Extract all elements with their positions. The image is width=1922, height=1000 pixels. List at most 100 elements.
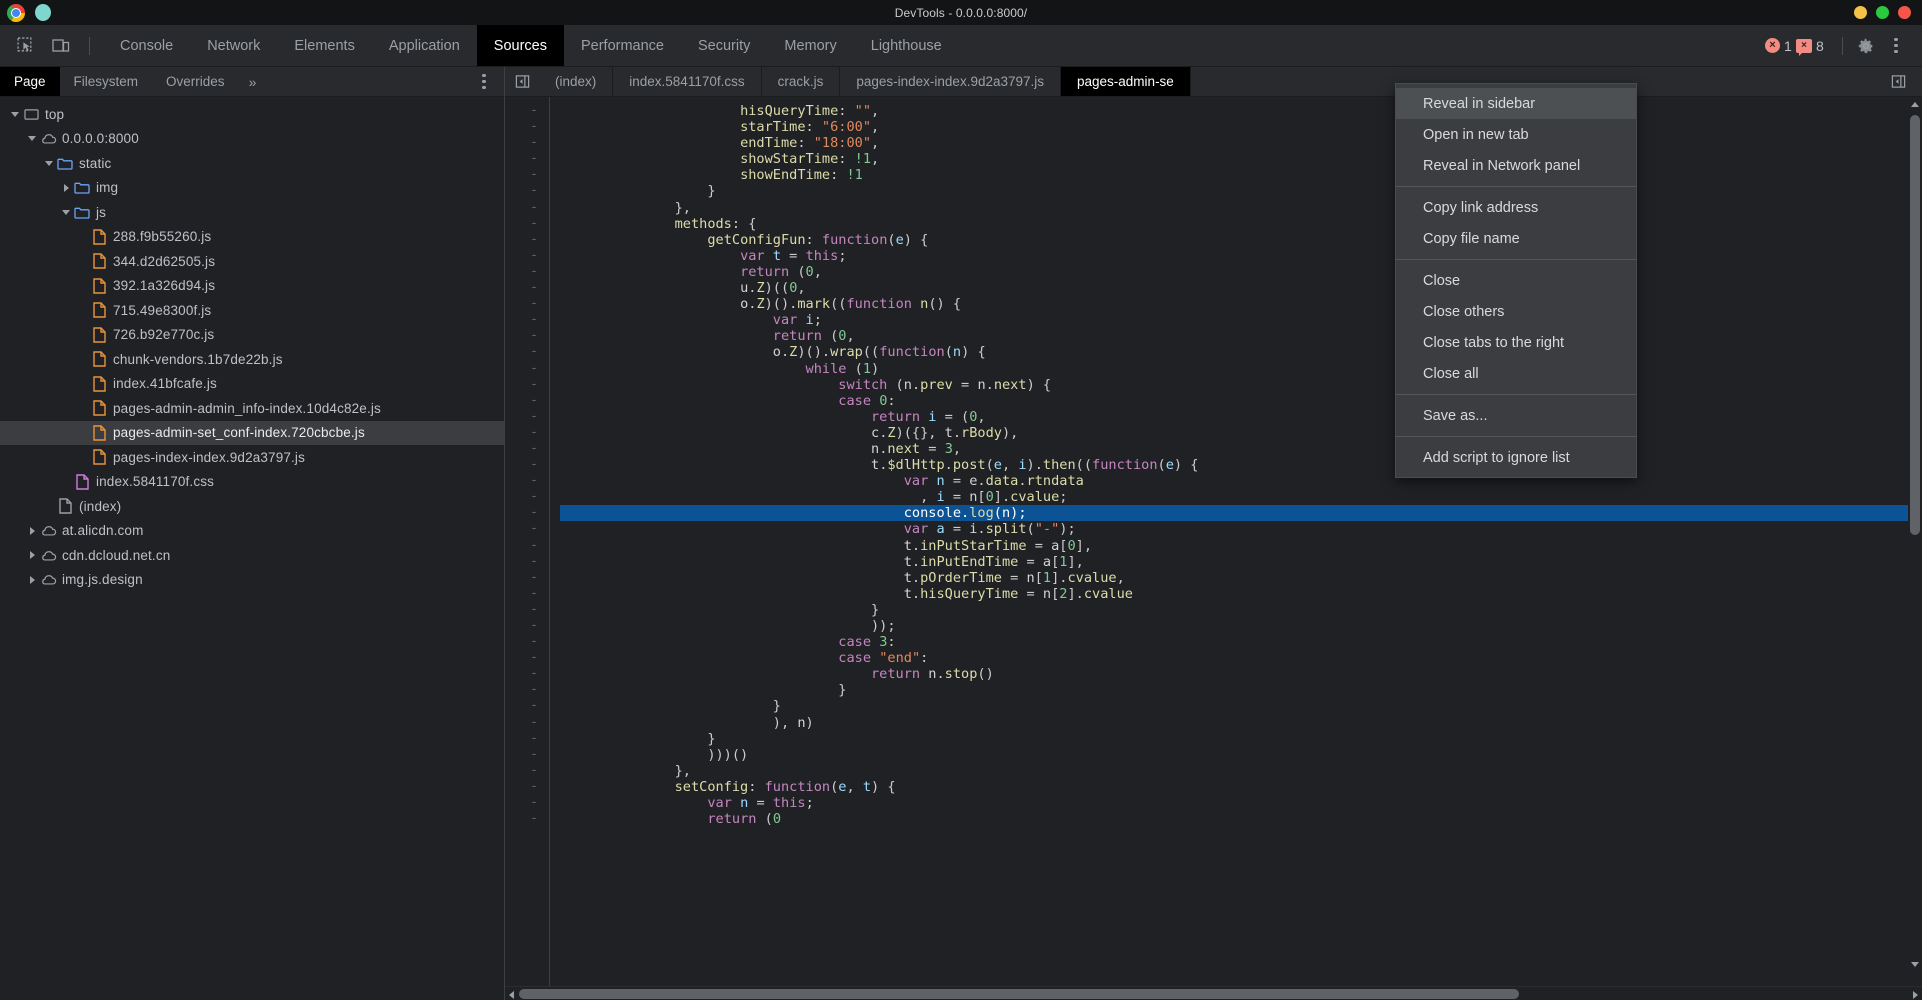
twisty-closed-icon[interactable] (25, 573, 39, 587)
minimize-button[interactable] (1854, 6, 1867, 19)
tree-item-at-alicdn-com[interactable]: at.alicdn.com (0, 519, 504, 544)
context-menu-item-open-in-new-tab[interactable]: Open in new tab (1396, 119, 1636, 150)
gear-icon[interactable] (1852, 32, 1880, 60)
code-line[interactable]: switch (n.prev = n.next) { (560, 377, 1922, 393)
code-line[interactable]: return (0 (560, 811, 1922, 827)
tree-item-js[interactable]: js (0, 200, 504, 225)
gutter-marker[interactable]: - (505, 779, 549, 795)
error-warning-badges[interactable]: × 1 × 8 (1756, 34, 1833, 58)
gutter-marker[interactable]: - (505, 715, 549, 731)
code-line[interactable]: } (560, 183, 1922, 199)
gutter-marker[interactable]: - (505, 248, 549, 264)
gutter-marker[interactable]: - (505, 409, 549, 425)
code-line[interactable]: )); (560, 618, 1922, 634)
tree-item-chunk-vendors-1b7de22b-js[interactable]: chunk-vendors.1b7de22b.js (0, 347, 504, 372)
tree-item-top[interactable]: top (0, 102, 504, 127)
tree-item-img-js-design[interactable]: img.js.design (0, 568, 504, 593)
gutter-marker[interactable]: - (505, 586, 549, 602)
horizontal-scroll-thumb[interactable] (519, 989, 1519, 999)
code-line[interactable]: var t = this; (560, 248, 1922, 264)
code-line[interactable]: var i; (560, 312, 1922, 328)
gutter-marker[interactable]: - (505, 811, 549, 827)
tab-elements[interactable]: Elements (277, 25, 371, 66)
editor-tab-pages-index[interactable]: pages-index-index.9d2a3797.js (840, 67, 1062, 96)
code-line[interactable]: } (560, 602, 1922, 618)
gutter-marker[interactable]: - (505, 232, 549, 248)
device-toolbar-icon[interactable] (46, 32, 76, 60)
context-menu-item-add-script-to-ignore-list[interactable]: Add script to ignore list (1396, 442, 1636, 473)
code-line[interactable]: starTime: "6:00", (560, 119, 1922, 135)
tree-item--index-[interactable]: (index) (0, 494, 504, 519)
context-menu-item-close-others[interactable]: Close others (1396, 296, 1636, 327)
code-line[interactable]: , i = n[0].cvalue; (560, 489, 1922, 505)
editor-vertical-scrollbar[interactable] (1908, 97, 1922, 972)
gutter-marker[interactable]: - (505, 747, 549, 763)
tree-item-index-5841170f-css[interactable]: index.5841170f.css (0, 470, 504, 495)
gutter-marker[interactable]: - (505, 103, 549, 119)
tree-item-pages-admin-admin-info-index-10d4c82e-js[interactable]: pages-admin-admin_info-index.10d4c82e.js (0, 396, 504, 421)
gutter-marker[interactable]: - (505, 135, 549, 151)
gutter-marker[interactable]: - (505, 216, 549, 232)
scroll-right-icon[interactable] (1913, 991, 1918, 999)
context-menu-item-close[interactable]: Close (1396, 265, 1636, 296)
tab-application[interactable]: Application (372, 25, 477, 66)
gutter-marker[interactable]: - (505, 682, 549, 698)
editor-tab-crack-js[interactable]: crack.js (762, 67, 841, 96)
editor-horizontal-scrollbar[interactable] (505, 986, 1922, 1000)
code-line[interactable]: showEndTime: !1 (560, 167, 1922, 183)
gutter-marker[interactable]: - (505, 521, 549, 537)
gutter-marker[interactable]: - (505, 618, 549, 634)
code-line[interactable]: endTime: "18:00", (560, 135, 1922, 151)
gutter-marker[interactable]: - (505, 457, 549, 473)
gutter-marker[interactable]: - (505, 795, 549, 811)
tree-item-344-d2d62505-js[interactable]: 344.d2d62505.js (0, 249, 504, 274)
code-line[interactable]: n.next = 3, (560, 441, 1922, 457)
tab-sources[interactable]: Sources (476, 25, 564, 66)
expand-drawer-icon[interactable] (1884, 68, 1912, 96)
code-line[interactable]: case 3: (560, 634, 1922, 650)
gutter-marker[interactable]: - (505, 538, 549, 554)
twisty-open-icon[interactable] (8, 107, 22, 121)
twisty-open-icon[interactable] (42, 156, 56, 170)
context-menu-item-reveal-in-network-panel[interactable]: Reveal in Network panel (1396, 150, 1636, 181)
code-line[interactable]: while (1) (560, 361, 1922, 377)
gutter-marker[interactable]: - (505, 119, 549, 135)
nav-tab-filesystem[interactable]: Filesystem (60, 67, 153, 96)
tab-memory[interactable]: Memory (767, 25, 853, 66)
code-line[interactable]: u.Z)((0, (560, 280, 1922, 296)
context-menu-item-reveal-in-sidebar[interactable]: Reveal in sidebar (1396, 88, 1636, 119)
gutter-marker[interactable]: - (505, 167, 549, 183)
gutter-marker[interactable]: - (505, 666, 549, 682)
tree-item-static[interactable]: static (0, 151, 504, 176)
close-button[interactable] (1898, 6, 1911, 19)
kebab-menu-icon[interactable] (1882, 32, 1910, 60)
scroll-left-icon[interactable] (509, 991, 514, 999)
code-line[interactable]: t.$dlHttp.post(e, i).then((function(e) { (560, 457, 1922, 473)
code-line[interactable]: } (560, 682, 1922, 698)
gutter-marker[interactable]: - (505, 698, 549, 714)
tree-item-cdn-dcloud-net-cn[interactable]: cdn.dcloud.net.cn (0, 543, 504, 568)
scroll-up-icon[interactable] (1911, 102, 1919, 107)
gutter-marker[interactable]: - (505, 505, 549, 521)
twisty-open-icon[interactable] (59, 205, 73, 219)
tree-item-392-1a326d94-js[interactable]: 392.1a326d94.js (0, 274, 504, 299)
vertical-scroll-thumb[interactable] (1910, 115, 1920, 535)
tab-lighthouse[interactable]: Lighthouse (854, 25, 959, 66)
code-line[interactable]: return n.stop() (560, 666, 1922, 682)
code-line[interactable]: setConfig: function(e, t) { (560, 779, 1922, 795)
code-line[interactable]: case 0: (560, 393, 1922, 409)
code-line[interactable]: t.pOrderTime = n[1].cvalue, (560, 570, 1922, 586)
maximize-button[interactable] (1876, 6, 1889, 19)
twisty-closed-icon[interactable] (25, 524, 39, 538)
code-line[interactable]: hisQueryTime: "", (560, 103, 1922, 119)
code-line[interactable]: t.inPutEndTime = a[1], (560, 554, 1922, 570)
tree-item-img[interactable]: img (0, 176, 504, 201)
code-line[interactable]: o.Z)().mark((function n() { (560, 296, 1922, 312)
code-line[interactable]: return (0, (560, 264, 1922, 280)
code-line[interactable]: var n = this; (560, 795, 1922, 811)
tree-item-715-49e8300f-js[interactable]: 715.49e8300f.js (0, 298, 504, 323)
nav-tab-overrides[interactable]: Overrides (152, 67, 239, 96)
gutter-marker[interactable]: - (505, 473, 549, 489)
editor-tab-pages-admin-set-conf[interactable]: pages-admin-se (1061, 67, 1191, 96)
code-editor[interactable]: ----------------------------------------… (505, 97, 1922, 986)
